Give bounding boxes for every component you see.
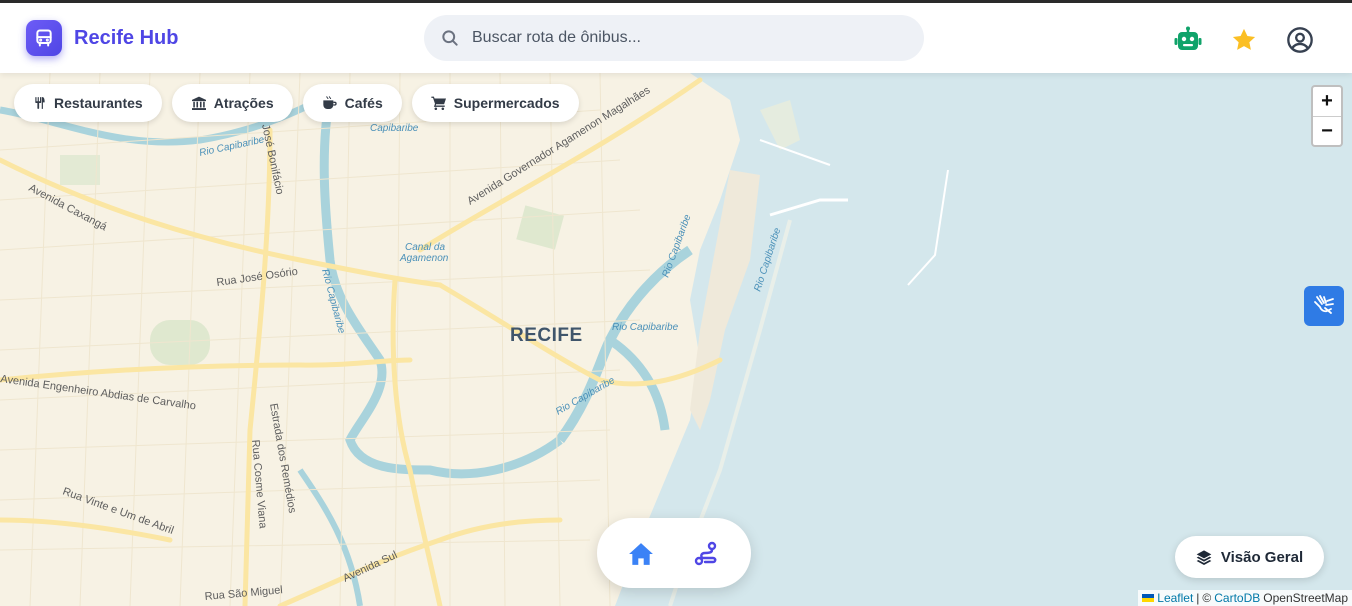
filter-cafes[interactable]: Cafés [302,84,402,122]
street-label: Rua Vinte e Um de Abril [61,486,175,537]
street-label: Estrada dos Remédios [267,402,298,514]
filter-label: Restaurantes [54,95,143,111]
zoom-in-button[interactable]: + [1313,87,1341,116]
overview-button[interactable]: Visão Geral [1175,536,1324,578]
category-filters: Restaurantes Atrações Cafés Supermercado… [14,84,579,122]
street-label: Avenida Sul [341,549,399,585]
bottom-navigation [597,518,751,588]
app-title[interactable]: Recife Hub [74,27,178,50]
water-label: Rio Capibaribe [660,213,693,279]
utensils-icon [35,97,45,109]
water-label: Rio Capibaribe [612,322,679,333]
street-label: Avenida Caxangá [27,182,110,234]
water-label: Capibaribe [370,123,419,134]
water-label: Agamenon [399,253,449,264]
map-attribution: Leaflet | © CartoDB OpenStreetMap [1138,590,1352,606]
street-label: Rua São Miguel [204,584,283,603]
app-header: Recife Hub [0,3,1352,73]
filter-label: Atrações [213,95,274,111]
user-circle-icon[interactable] [1285,25,1315,55]
bus-icon[interactable] [26,20,62,56]
water-label: Canal da [405,242,445,253]
cart-icon [431,96,446,110]
search-bar[interactable] [424,15,924,61]
filter-supermercados[interactable]: Supermercados [411,84,579,122]
filter-label: Supermercados [453,95,560,111]
osm-attribution: OpenStreetMap [1263,591,1348,605]
street-label: Rua José Osório [216,266,299,289]
star-icon[interactable] [1229,25,1259,55]
water-label: Rio Capibaribe [554,375,617,418]
water-label: Rio Capibaribe [319,268,347,335]
attribution-separator: | [1196,591,1200,605]
layers-icon [1196,550,1212,565]
overview-label: Visão Geral [1220,548,1304,566]
street-label: Rua Cosme Viana [249,439,269,530]
water-label: Rio Capibaribe [198,134,265,159]
route-icon[interactable] [691,539,721,569]
landmark-icon [191,96,206,110]
sign-language-icon[interactable] [1304,286,1344,326]
water-label: Rio Capibaribe [752,226,783,293]
zoom-out-button[interactable]: − [1313,116,1341,145]
ukraine-flag-icon [1142,594,1155,602]
attribution-copyright: © [1202,591,1212,605]
zoom-control: + − [1311,85,1343,147]
filter-label: Cafés [344,95,383,111]
home-icon[interactable] [626,539,656,569]
search-input[interactable] [472,29,892,47]
leaflet-link[interactable]: Leaflet [1157,591,1193,605]
filter-restaurantes[interactable]: Restaurantes [14,84,162,122]
robot-icon[interactable] [1173,25,1203,55]
coffee-icon [322,96,337,109]
street-label: Avenida Engenheiro Abdias de Carvalho [0,373,197,412]
street-label: José Bonifácio [259,123,286,195]
city-label: RECIFE [510,325,583,346]
cartodb-link[interactable]: CartoDB [1214,591,1260,605]
search-icon [442,30,458,46]
filter-atracoes[interactable]: Atrações [171,84,293,122]
